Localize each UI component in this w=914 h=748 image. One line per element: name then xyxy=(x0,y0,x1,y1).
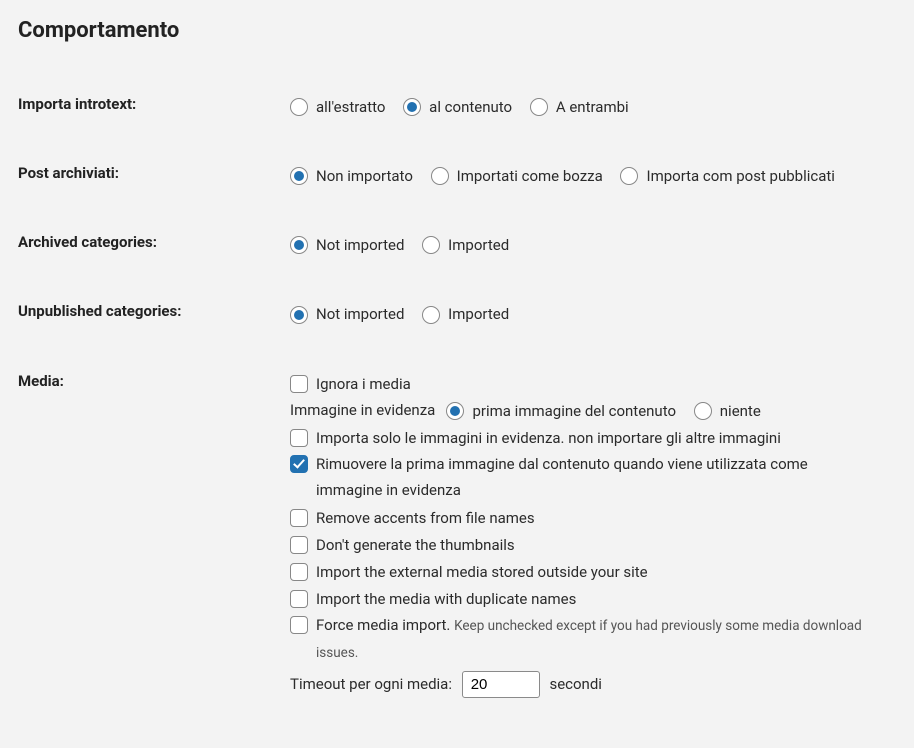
checkbox-icon xyxy=(290,563,308,581)
introtext-option-both[interactable]: A entrambi xyxy=(530,94,629,120)
checkbox-label: Don't generate the thumbnails xyxy=(316,532,515,558)
radio-icon xyxy=(422,236,440,254)
checkbox-icon xyxy=(290,455,308,473)
radio-label: Not imported xyxy=(316,232,404,258)
media-skip-checkbox[interactable]: Ignora i media xyxy=(290,371,411,397)
archived-posts-not-imported[interactable]: Non importato xyxy=(290,163,413,189)
radio-icon xyxy=(290,306,308,324)
radio-label: Not imported xyxy=(316,301,404,327)
checkbox-label: Force media import. Keep unchecked excep… xyxy=(316,612,870,665)
radio-icon xyxy=(694,402,712,420)
radio-icon xyxy=(290,167,308,185)
checkbox-icon xyxy=(290,375,308,393)
row-unpublished-categories: Unpublished categories: Not imported Imp… xyxy=(18,300,884,327)
label-archived-posts: Post archiviati: xyxy=(18,162,290,182)
label-introtext: Importa introtext: xyxy=(18,93,290,113)
radio-label: Imported xyxy=(448,301,509,327)
radio-icon xyxy=(290,236,308,254)
label-archived-categories: Archived categories: xyxy=(18,231,290,251)
archived-posts-draft[interactable]: Importati come bozza xyxy=(431,163,603,189)
radio-icon xyxy=(431,167,449,185)
checkbox-icon xyxy=(290,616,308,634)
row-media: Media: Ignora i media Immagine in eviden… xyxy=(18,370,884,699)
radio-label: Importa com post pubblicati xyxy=(646,163,834,189)
controls-archived-posts: Non importato Importati come bozza Impor… xyxy=(290,162,884,189)
only-featured-checkbox[interactable]: Importa solo le immagini in evidenza. no… xyxy=(290,425,781,451)
row-introtext: Importa introtext: all'estratto al conte… xyxy=(18,93,884,120)
radio-label: prima immagine del contenuto xyxy=(472,398,676,424)
checkbox-icon xyxy=(290,509,308,527)
featured-none[interactable]: niente xyxy=(694,398,761,424)
no-thumbnails-checkbox[interactable]: Don't generate the thumbnails xyxy=(290,532,515,558)
checkbox-label: Import the media with duplicate names xyxy=(316,586,576,612)
featured-image-label: Immagine in evidenza xyxy=(290,401,435,419)
timeout-unit: secondi xyxy=(549,675,602,693)
radio-label: all'estratto xyxy=(316,94,385,120)
radio-label: niente xyxy=(720,398,761,424)
radio-label: A entrambi xyxy=(556,94,629,120)
radio-icon xyxy=(620,167,638,185)
checkbox-label: Ignora i media xyxy=(316,371,411,397)
radio-icon xyxy=(403,98,421,116)
external-media-checkbox[interactable]: Import the external media stored outside… xyxy=(290,559,648,585)
radio-label: Importati come bozza xyxy=(457,163,603,189)
radio-icon xyxy=(530,98,548,116)
label-unpublished-categories: Unpublished categories: xyxy=(18,300,290,320)
archived-cat-imported[interactable]: Imported xyxy=(422,232,509,258)
checkbox-label: Rimuovere la prima immagine dal contenut… xyxy=(316,451,870,504)
force-media-import-checkbox[interactable]: Force media import. Keep unchecked excep… xyxy=(290,612,870,665)
introtext-option-excerpt[interactable]: all'estratto xyxy=(290,94,385,120)
timeout-input[interactable] xyxy=(462,671,540,698)
checkbox-label: Importa solo le immagini in evidenza. no… xyxy=(316,425,781,451)
radio-icon xyxy=(446,402,464,420)
checkbox-icon xyxy=(290,590,308,608)
unpub-cat-not-imported[interactable]: Not imported xyxy=(290,301,404,327)
controls-archived-categories: Not imported Imported xyxy=(290,231,884,258)
section-title: Comportamento xyxy=(18,18,884,43)
timeout-label: Timeout per ogni media: xyxy=(290,675,452,693)
duplicate-names-checkbox[interactable]: Import the media with duplicate names xyxy=(290,586,576,612)
checkbox-label: Import the external media stored outside… xyxy=(316,559,648,585)
radio-icon xyxy=(290,98,308,116)
label-media: Media: xyxy=(18,370,290,390)
remove-first-image-checkbox[interactable]: Rimuovere la prima immagine dal contenut… xyxy=(290,451,870,504)
archived-cat-not-imported[interactable]: Not imported xyxy=(290,232,404,258)
introtext-option-content[interactable]: al contenuto xyxy=(403,94,512,120)
checkbox-label: Remove accents from file names xyxy=(316,505,535,531)
checkbox-icon xyxy=(290,429,308,447)
radio-label: Non importato xyxy=(316,163,413,189)
row-archived-categories: Archived categories: Not imported Import… xyxy=(18,231,884,258)
controls-media: Ignora i media Immagine in evidenza prim… xyxy=(290,370,884,699)
unpub-cat-imported[interactable]: Imported xyxy=(422,301,509,327)
radio-icon xyxy=(422,306,440,324)
remove-accents-checkbox[interactable]: Remove accents from file names xyxy=(290,505,535,531)
row-archived-posts: Post archiviati: Non importato Importati… xyxy=(18,162,884,189)
archived-posts-published[interactable]: Importa com post pubblicati xyxy=(620,163,834,189)
featured-first-content[interactable]: prima immagine del contenuto xyxy=(446,398,676,424)
controls-unpublished-categories: Not imported Imported xyxy=(290,300,884,327)
checkbox-icon xyxy=(290,536,308,554)
controls-introtext: all'estratto al contenuto A entrambi xyxy=(290,93,884,120)
radio-label: al contenuto xyxy=(429,94,512,120)
radio-label: Imported xyxy=(448,232,509,258)
